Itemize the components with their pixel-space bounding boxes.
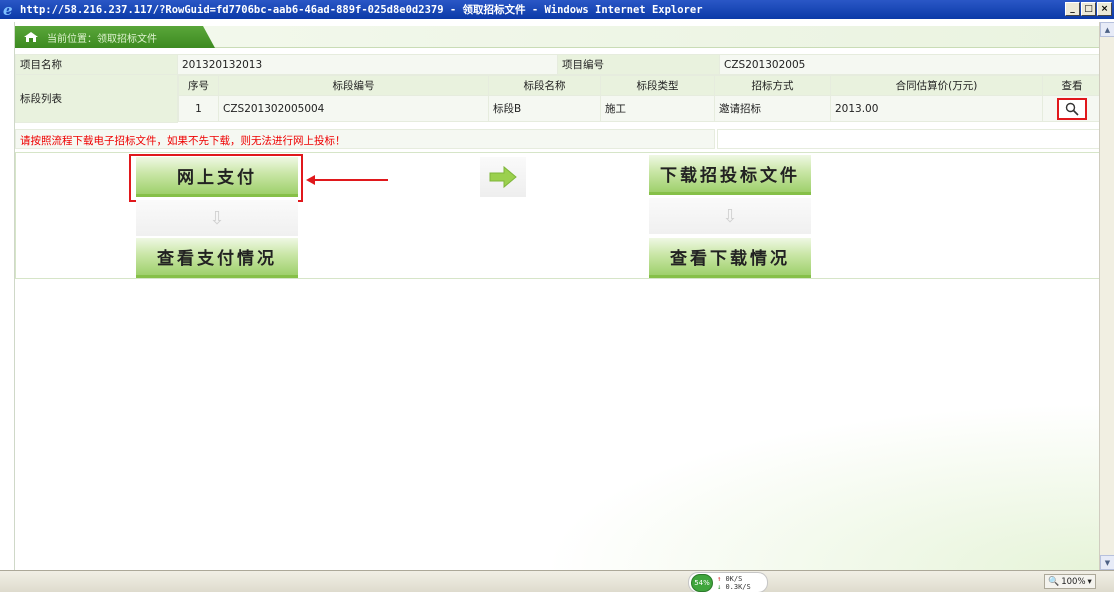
- upload-arrow-icon: ↑: [717, 574, 722, 583]
- col-header-method: 招标方式: [714, 75, 831, 96]
- cell-type: 施工: [600, 95, 715, 122]
- cell-price: 2013.00: [830, 95, 1043, 122]
- project-info-table: 项目名称 201320132013 项目编号 CZS201302005 标段列表…: [15, 54, 1102, 123]
- background-decoration: [499, 390, 1099, 570]
- close-button[interactable]: ×: [1097, 2, 1112, 16]
- cell-view: [1042, 95, 1102, 122]
- view-button[interactable]: [1057, 97, 1087, 120]
- sections-header-row: 序号 标段编号 标段名称 标段类型 招标方式 合同估算价(万元) 查看: [178, 75, 1102, 96]
- cell-method: 邀请招标: [714, 95, 831, 122]
- breadcrumb-text: 当前位置：领取招标文件: [47, 33, 157, 45]
- project-name-value: 201320132013: [177, 54, 558, 75]
- sections-cell: 序号 标段编号 标段名称 标段类型 招标方式 合同估算价(万元) 查看 1 CZ…: [178, 75, 1102, 122]
- download-arrow-icon: ↓: [717, 582, 722, 591]
- notice-filler: [717, 129, 1100, 149]
- download-rate: 0.3K/S: [725, 582, 751, 591]
- scroll-up-icon[interactable]: ▲: [1100, 22, 1114, 37]
- network-speed-widget[interactable]: 54% ↑ 0K/S ↓ 0.3K/S: [688, 572, 768, 592]
- right-arrow-icon: [480, 157, 526, 197]
- col-header-type: 标段类型: [600, 75, 715, 96]
- zoom-level: 100%: [1061, 576, 1086, 587]
- maximize-button[interactable]: □: [1081, 2, 1096, 16]
- action-panel: 网上支付 ⇩ 查看支付情况 下载招投标文件 ⇩ 查看下载情况: [15, 152, 1100, 279]
- upload-rate: 0K/S: [725, 574, 743, 583]
- zoom-control[interactable]: 🔍 100% ▾: [1044, 574, 1096, 589]
- breadcrumb: 当前位置：领取招标文件: [15, 26, 215, 48]
- chevron-down-icon: ▾: [1087, 576, 1092, 587]
- status-bar: 54% ↑ 0K/S ↓ 0.3K/S 🔍 100% ▾: [0, 570, 1114, 592]
- vertical-scrollbar[interactable]: ▲ ▼: [1099, 22, 1114, 570]
- window-titlebar: e http://58.216.237.117/?RowGuid=fd7706b…: [0, 0, 1114, 19]
- table-row: 1 CZS201302005004 标段B 施工 邀请招标 2013.00: [178, 95, 1102, 122]
- view-download-button[interactable]: 查看下载情况: [649, 238, 811, 278]
- cell-index: 1: [178, 95, 219, 122]
- col-header-code: 标段编号: [218, 75, 489, 96]
- cell-code: CZS201302005004: [218, 95, 489, 122]
- col-header-price: 合同估算价(万元): [830, 75, 1043, 96]
- highlight-box: [129, 154, 303, 202]
- magnifier-icon: [1065, 102, 1079, 116]
- down-arrow-icon: ⇩: [649, 198, 811, 234]
- zoom-icon: 🔍: [1048, 576, 1060, 587]
- window-title: http://58.216.237.117/?RowGuid=fd7706bc-…: [20, 4, 703, 16]
- scroll-down-icon[interactable]: ▼: [1100, 555, 1114, 570]
- down-arrow-icon: ⇩: [136, 200, 298, 236]
- col-header-name: 标段名称: [488, 75, 601, 96]
- project-name-label: 项目名称: [15, 54, 178, 75]
- home-icon: [23, 31, 39, 43]
- view-payment-button[interactable]: 查看支付情况: [136, 238, 298, 278]
- cell-name: 标段B: [488, 95, 601, 122]
- red-pointer-arrow: [306, 175, 388, 185]
- project-code-label: 项目编号: [557, 54, 720, 75]
- project-code-value: CZS201302005: [719, 54, 1101, 75]
- sections-label: 标段列表: [15, 74, 178, 123]
- breadcrumb-bar: 当前位置：领取招标文件: [15, 26, 1100, 48]
- window-controls: _ □ ×: [1065, 2, 1112, 16]
- minimize-button[interactable]: _: [1065, 2, 1080, 16]
- cpu-usage: 54%: [691, 573, 713, 592]
- sections-table: 序号 标段编号 标段名称 标段类型 招标方式 合同估算价(万元) 查看 1 CZ…: [178, 75, 1102, 122]
- rates: ↑ 0K/S ↓ 0.3K/S: [717, 575, 751, 591]
- page-content: 当前位置：领取招标文件 项目名称 201320132013 项目编号 CZS20…: [14, 22, 1102, 570]
- download-docs-button[interactable]: 下载招投标文件: [649, 155, 811, 195]
- download-notice: 请按照流程下载电子招标文件，如果不先下载，则无法进行网上投标！: [15, 129, 715, 149]
- ie-logo-icon: e: [3, 0, 13, 19]
- col-header-index: 序号: [178, 75, 219, 96]
- col-header-view: 查看: [1042, 75, 1102, 96]
